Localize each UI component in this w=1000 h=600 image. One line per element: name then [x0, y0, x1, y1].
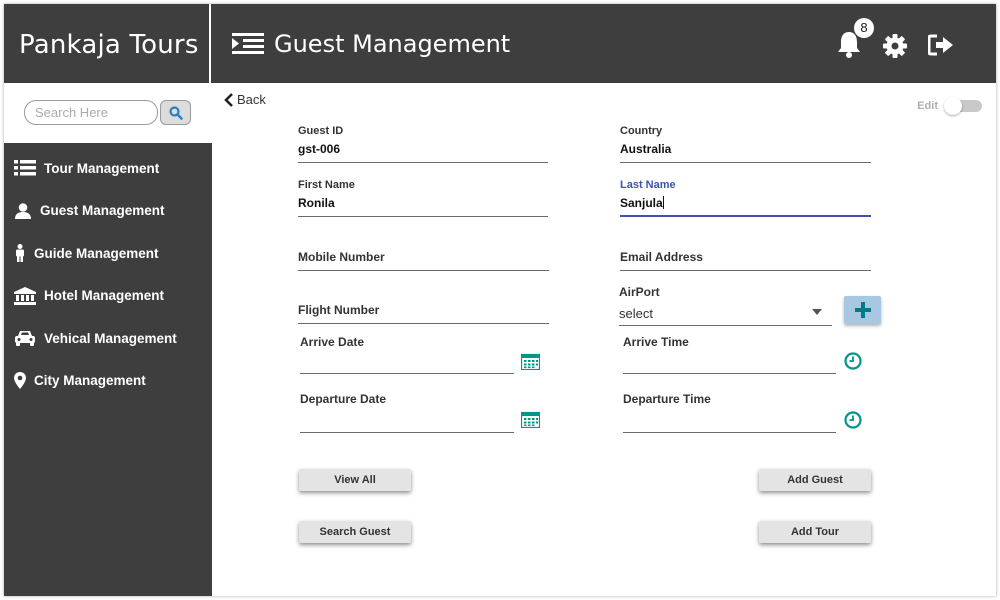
chevron-left-icon	[224, 92, 233, 107]
field-underline	[298, 323, 549, 324]
flight-number-field[interactable]: Flight Number	[298, 303, 549, 324]
sidebar-item-tour-management[interactable]: Tour Management	[4, 147, 212, 190]
sidebar: Tour Management Guest Management Guide M…	[4, 83, 212, 596]
calendar-icon[interactable]	[521, 353, 540, 370]
sidebar-search	[4, 83, 212, 143]
first-name-value: Ronila	[298, 196, 335, 210]
search-guest-button[interactable]: Search Guest	[299, 521, 411, 543]
arrive-time-field[interactable]: Arrive Time	[623, 335, 836, 374]
field-underline	[620, 162, 871, 163]
airport-selected-value: select	[619, 306, 653, 321]
email-address-label: Email Address	[620, 250, 703, 264]
field-underline	[298, 216, 548, 217]
first-name-field[interactable]: First Name Ronila	[298, 179, 548, 217]
sidebar-item-city-management[interactable]: City Management	[4, 360, 212, 403]
list-icon	[14, 160, 36, 176]
map-marker-icon	[14, 372, 26, 390]
arrive-date-label: Arrive Date	[300, 335, 365, 349]
email-address-field[interactable]: Email Address	[620, 250, 871, 271]
user-icon	[15, 202, 31, 219]
page-title: Guest Management	[274, 30, 511, 58]
plus-icon	[854, 302, 871, 318]
sidebar-item-guest-management[interactable]: Guest Management	[4, 190, 212, 233]
app-window: Pankaja Tours Guest Management 8 Search …	[4, 4, 996, 596]
brand: Pankaja Tours	[4, 4, 211, 83]
search-button[interactable]	[160, 100, 191, 125]
back-link[interactable]: Back	[224, 92, 266, 107]
last-name-field[interactable]: Last Name Sanjula	[620, 179, 871, 217]
departure-time-field[interactable]: Departure Time	[623, 392, 836, 433]
search-input[interactable]	[24, 100, 158, 125]
add-guest-button[interactable]: Add Guest	[759, 469, 871, 491]
guest-id-value: gst-006	[298, 142, 341, 156]
gear-icon[interactable]	[882, 33, 908, 59]
mobile-number-field[interactable]: Mobile Number	[298, 250, 549, 271]
sidebar-item-vehical-management[interactable]: Vehical Management	[4, 317, 212, 360]
last-name-value: Sanjula	[620, 196, 663, 210]
car-icon	[15, 331, 35, 347]
arrive-time-label: Arrive Time	[623, 335, 689, 349]
sidebar-menu: Tour Management Guest Management Guide M…	[4, 147, 212, 402]
notification-badge: 8	[854, 18, 874, 38]
field-underline	[619, 325, 832, 326]
sidebar-item-label: Guest Management	[40, 203, 165, 219]
add-airport-button[interactable]	[844, 296, 881, 324]
edit-toggle[interactable]	[944, 97, 982, 115]
arrive-date-field[interactable]: Arrive Date	[300, 335, 514, 374]
edit-label: Edit	[917, 100, 938, 112]
country-value: Australia	[620, 142, 672, 156]
sidebar-item-label: Guide Management	[34, 245, 159, 261]
back-label: Back	[237, 92, 266, 107]
sidebar-item-label: Vehical Management	[44, 330, 177, 346]
main-content: Back Edit Guest ID gst-006 Country Austr…	[212, 83, 996, 596]
last-name-label: Last Name	[620, 179, 676, 191]
field-underline	[623, 373, 836, 374]
indent-list-icon	[232, 33, 264, 54]
view-all-button[interactable]: View All	[299, 469, 411, 491]
departure-time-label: Departure Time	[623, 392, 711, 406]
text-cursor	[662, 196, 664, 209]
field-underline	[300, 373, 514, 374]
field-underline	[620, 215, 871, 217]
toggle-knob	[944, 97, 962, 115]
clock-icon[interactable]	[844, 411, 862, 429]
field-underline	[300, 432, 514, 433]
sign-out-icon[interactable]	[928, 34, 956, 56]
sidebar-item-label: Tour Management	[44, 160, 160, 176]
sidebar-item-guide-management[interactable]: Guide Management	[4, 232, 212, 275]
caret-down-icon	[812, 309, 822, 315]
country-label: Country	[620, 125, 663, 137]
airport-label: AirPort	[619, 285, 660, 299]
field-underline	[620, 270, 871, 271]
calendar-icon[interactable]	[521, 411, 540, 428]
edit-toggle-group: Edit	[917, 97, 982, 115]
search-icon	[168, 105, 183, 120]
page-header: Guest Management	[232, 30, 510, 58]
sidebar-item-label: Hotel Management	[44, 288, 165, 304]
sidebar-item-label: City Management	[34, 373, 146, 389]
country-field[interactable]: Country Australia	[620, 125, 871, 163]
app-name: Pankaja Tours	[19, 30, 199, 60]
mobile-number-label: Mobile Number	[298, 250, 385, 264]
airport-select[interactable]: AirPort select	[619, 285, 832, 326]
field-underline	[298, 270, 549, 271]
field-underline	[623, 432, 836, 433]
guest-id-field[interactable]: Guest ID gst-006	[298, 125, 548, 163]
clock-icon[interactable]	[844, 352, 862, 370]
first-name-label: First Name	[298, 179, 355, 191]
guest-id-label: Guest ID	[298, 125, 344, 137]
add-tour-button[interactable]: Add Tour	[759, 521, 871, 543]
sidebar-item-hotel-management[interactable]: Hotel Management	[4, 275, 212, 318]
flight-number-label: Flight Number	[298, 303, 380, 317]
top-header: Pankaja Tours Guest Management 8	[4, 4, 996, 83]
departure-date-field[interactable]: Departure Date	[300, 392, 514, 433]
departure-date-label: Departure Date	[300, 392, 387, 406]
field-underline	[298, 162, 548, 163]
bank-icon	[14, 286, 36, 305]
person-icon	[16, 244, 24, 263]
